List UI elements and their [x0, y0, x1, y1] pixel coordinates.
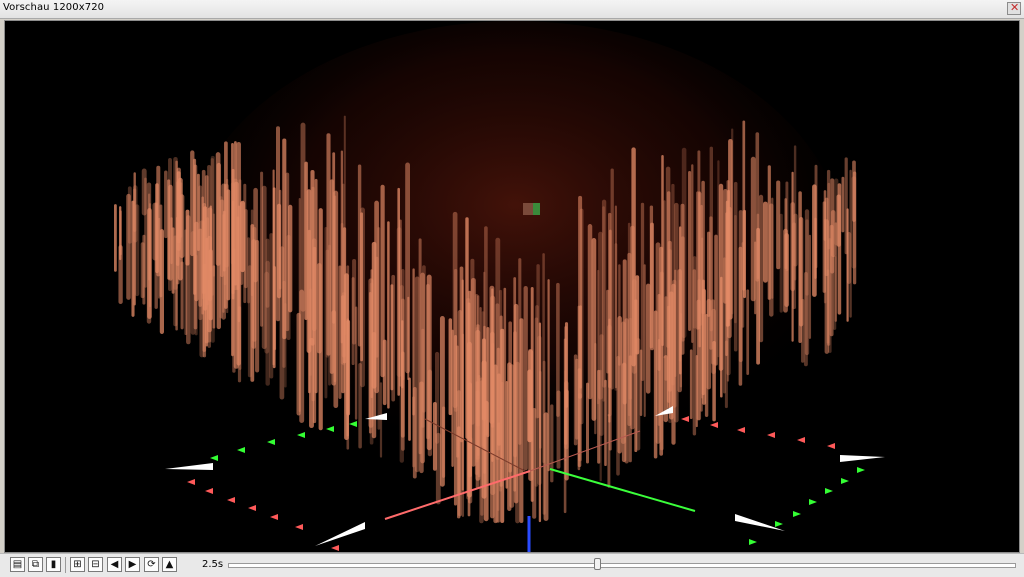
green-direction-marker [841, 478, 849, 484]
timeline-slider[interactable] [228, 563, 1016, 568]
red-direction-marker [797, 437, 805, 443]
corner-marker [840, 455, 885, 462]
close-icon: ✕ [1010, 1, 1020, 14]
red-direction-marker [205, 488, 213, 494]
frame-icon: ▮ [50, 559, 57, 570]
red-direction-marker [248, 505, 256, 511]
render-settings-button[interactable]: ⊟ [88, 557, 103, 572]
loop-button[interactable]: ⟳ [144, 557, 159, 572]
green-direction-marker [857, 467, 865, 473]
bookmark-button[interactable]: ▲ [162, 557, 177, 572]
y-axis-line [549, 468, 696, 512]
timeline-thumb[interactable] [594, 558, 602, 570]
previous-icon: ◀ [110, 559, 119, 570]
copy-icon: ⧉ [31, 559, 40, 570]
red-direction-marker [295, 524, 303, 530]
red-direction-marker [187, 479, 195, 485]
single-frame-button[interactable]: ▮ [46, 557, 61, 572]
settings-icon: ⊟ [91, 559, 100, 570]
green-direction-marker [809, 499, 817, 505]
red-direction-marker [331, 545, 339, 551]
close-button[interactable]: ✕ [1007, 1, 1021, 15]
title-bar[interactable]: Vorschau 1200x720 ✕ [0, 0, 1024, 19]
render-viewport[interactable] [4, 20, 1020, 553]
preview-toolbar: ▤ ⧉ ▮ ⊞ ⊟ ◀ ▶ ⟳ ▲ 2.5s [0, 553, 1024, 577]
green-direction-marker [825, 488, 833, 494]
next-frame-button[interactable]: ▶ [125, 557, 140, 572]
red-direction-marker [227, 497, 235, 503]
corner-marker [315, 522, 365, 546]
green-direction-marker [749, 539, 757, 545]
export-icon: ▤ [12, 559, 23, 570]
red-direction-marker [270, 514, 278, 520]
corner-marker [165, 463, 213, 470]
particle-scene [114, 21, 885, 552]
green-direction-marker [237, 447, 245, 453]
toolbar-separator [65, 557, 66, 573]
green-direction-marker [297, 432, 305, 438]
red-direction-marker [827, 443, 835, 449]
render-range-button[interactable]: ⊞ [70, 557, 85, 572]
range-icon: ⊞ [73, 559, 82, 570]
emitter-marker-axis [533, 203, 540, 215]
previous-frame-button[interactable]: ◀ [107, 557, 122, 572]
green-direction-marker [267, 439, 275, 445]
time-label: 2.5s [202, 559, 224, 570]
copy-view-button[interactable]: ⧉ [28, 557, 43, 572]
green-direction-marker [793, 511, 801, 517]
next-icon: ▶ [128, 559, 137, 570]
red-direction-marker [767, 432, 775, 438]
green-direction-marker [775, 521, 783, 527]
loop-icon: ⟳ [147, 559, 156, 570]
window-title: Vorschau 1200x720 [3, 2, 105, 13]
red-direction-marker [737, 427, 745, 433]
green-direction-marker [210, 455, 218, 461]
preview-window: Vorschau 1200x720 ✕ ▤ ⧉ ▮ ⊞ ⊟ ◀ ▶ ⟳ ▲ 2.… [0, 0, 1024, 577]
bookmark-icon: ▲ [165, 559, 174, 570]
export-frame-button[interactable]: ▤ [10, 557, 25, 572]
